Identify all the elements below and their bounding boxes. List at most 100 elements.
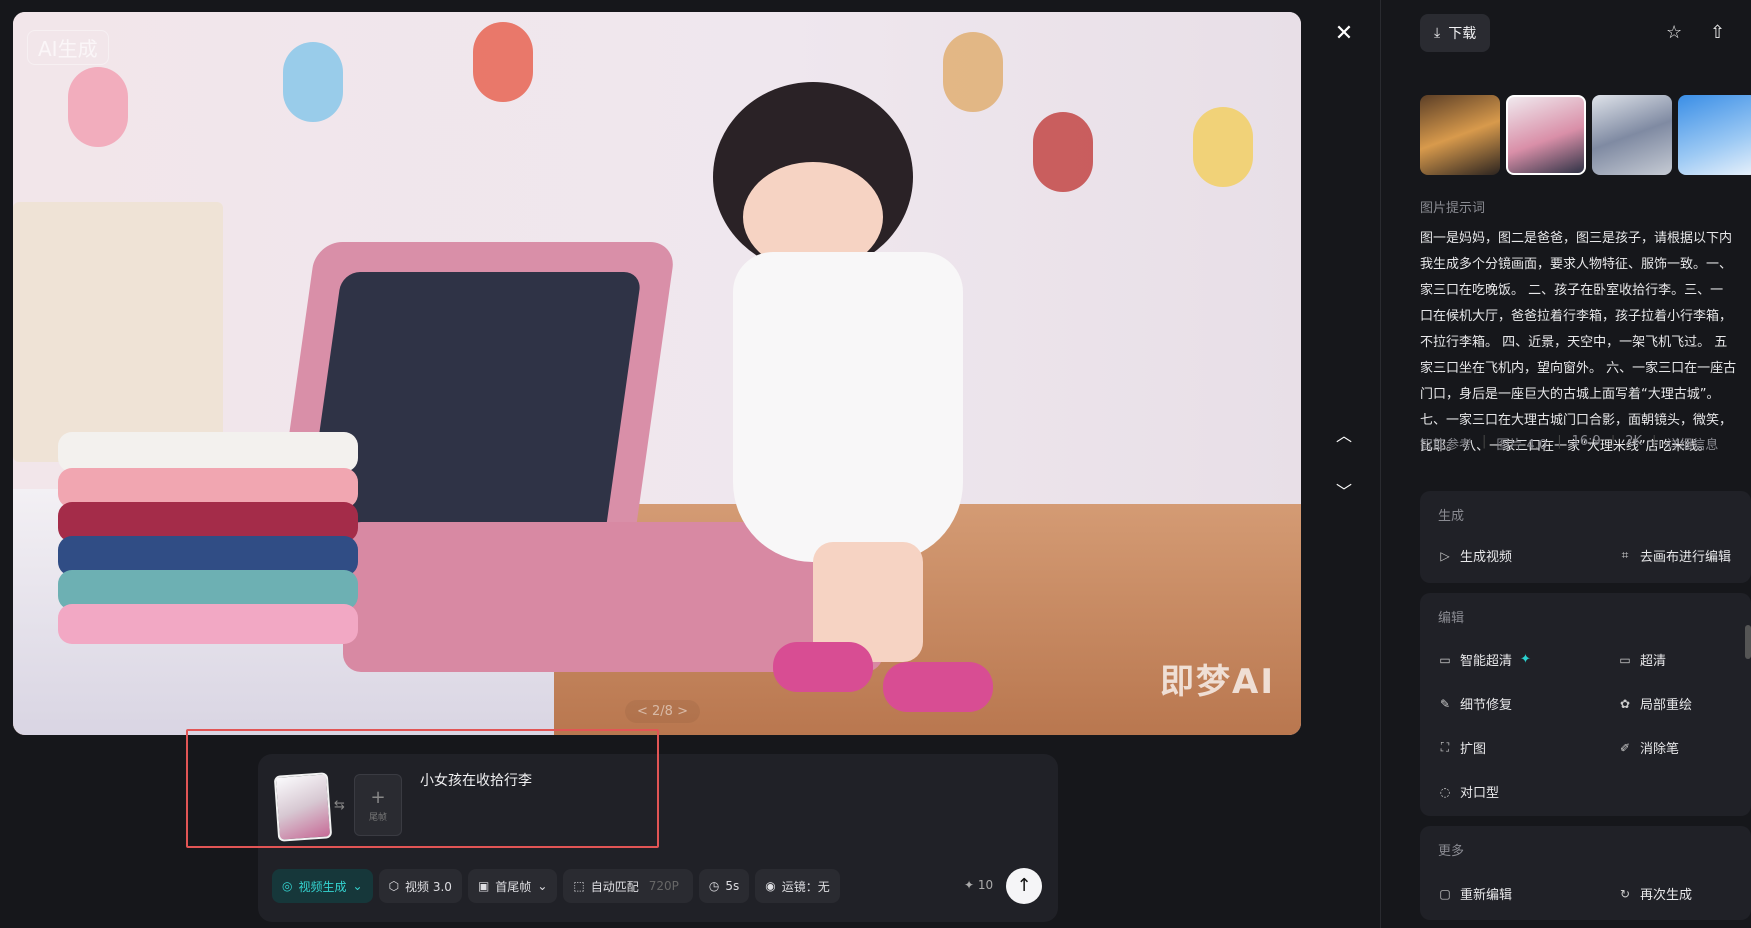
scene-sticker (473, 22, 533, 102)
meta-divider: | (1610, 434, 1616, 449)
edit-title: 编辑 (1438, 611, 1465, 626)
scrollbar-thumb[interactable] (1745, 625, 1751, 659)
hd-icon: ▭ (1619, 652, 1631, 667)
prompt-line: 家三口坐在飞机内，望向窗外。 六、一家三口在一座古 (1420, 361, 1737, 376)
smart-upscale-button[interactable]: ▭ 智能超清 ✦ (1438, 650, 1531, 669)
scene-sticker (68, 67, 128, 147)
aspect-ratio-tag: 16:9 (1571, 434, 1601, 449)
scene-clothes-pile (58, 432, 378, 672)
meta-divider: | (1482, 434, 1487, 449)
prompt-input[interactable]: 小女孩在收拾行李 (420, 770, 532, 790)
scene-headboard (13, 202, 223, 462)
eraser-button[interactable]: ✐ 消除笔 (1618, 738, 1680, 758)
star-icon[interactable]: ☆ (1666, 22, 1682, 43)
end-frame-label: 尾帧 (368, 813, 387, 823)
prompt-composer: ⇆ + 尾帧 小女孩在收拾行李 ◎ 视频生成 ⌄ ⬡ 视频 3.0 ▣ 首尾帧 … (258, 754, 1058, 922)
regenerate-button[interactable]: ↻ 再次生成 (1618, 884, 1693, 904)
app-root: AI生成 即梦AI < 2/8 > ✕ ︿ ﹀ ⇆ + 尾帧 小女孩在收拾行李 … (0, 0, 1751, 928)
item-label: 局部重绘 (1640, 698, 1693, 713)
mode-label: 视频生成 (298, 879, 347, 894)
send-button[interactable]: ↑ (1006, 868, 1042, 904)
model-label: 视频 3.0 (405, 879, 452, 894)
video-mode-icon: ◎ (282, 879, 293, 893)
first-frame-thumbnail[interactable] (273, 772, 333, 842)
chevron-down-icon: ⌄ (537, 879, 548, 893)
thumbnail[interactable] (1592, 95, 1672, 175)
detail-repair-button[interactable]: ✎ 细节修复 (1438, 694, 1512, 714)
eraser-icon: ✐ (1619, 740, 1631, 755)
scene-sticker (1033, 112, 1093, 192)
generate-card: 生成 ▷ 生成视频 ⌗ 去画布进行编辑 (1420, 491, 1751, 583)
meta-divider: | (1557, 434, 1562, 449)
thumbnail-selected[interactable] (1506, 95, 1586, 175)
frame-icon: ▣ (477, 879, 490, 893)
more-card: 更多 ▢ 重新编辑 ↻ 再次生成 (1420, 826, 1751, 920)
duration-select[interactable]: ◷ 5s (698, 869, 750, 903)
chevron-up-icon[interactable]: ︿ (1332, 422, 1356, 446)
meta-divider: | (1652, 434, 1657, 449)
download-label: 下载 (1448, 26, 1477, 42)
swap-icon[interactable]: ⇆ (334, 798, 345, 813)
plus-icon: + (370, 787, 386, 808)
ratio-icon: ⬚ (573, 879, 585, 893)
canvas-icon: ⌗ (1621, 548, 1629, 562)
scene-shirt (58, 432, 358, 472)
ratio-resolution-select[interactable]: ⬚ 自动匹配 720P (563, 869, 693, 903)
scene-girl-shoe (773, 642, 873, 692)
item-label: 再次生成 (1640, 888, 1693, 903)
camera-motion-label: 运镜：无 (781, 879, 830, 894)
item-label: 去画布进行编辑 (1640, 550, 1732, 565)
item-label: 重新编辑 (1460, 888, 1513, 903)
frame-mode-select[interactable]: ▣ 首尾帧 ⌄ (467, 869, 558, 903)
resolution-tag: 2K (1625, 434, 1642, 449)
prompt-line: 门口，身后是一座巨大的古城上面写着“大理古城”。 (1420, 387, 1720, 402)
item-label: 消除笔 (1640, 742, 1680, 757)
image-pager[interactable]: < 2/8 > (625, 700, 700, 723)
generate-title: 生成 (1438, 509, 1465, 524)
outpaint-button[interactable]: ⛶ 扩图 (1438, 738, 1486, 757)
cube-icon: ⬡ (388, 879, 400, 893)
prompt-line: 图一是妈妈，图二是爸爸，图三是孩子，请根据以下内 (1420, 231, 1733, 246)
lip-sync-button[interactable]: ◌ 对口型 (1438, 782, 1499, 802)
ratio-label: 自动匹配 (590, 879, 639, 894)
scene-shirt (58, 604, 358, 644)
details-link[interactable]: 详细信息 (1666, 434, 1718, 453)
prompt-section-label: 图片提示词 (1420, 201, 1486, 216)
download-button[interactable]: ⤓ 下载 (1420, 14, 1491, 52)
download-icon: ⤓ (1434, 25, 1441, 41)
expand-icon: ⛶ (1440, 740, 1450, 754)
re-edit-button[interactable]: ▢ 重新编辑 (1438, 884, 1513, 904)
end-frame-upload[interactable]: + 尾帧 (354, 774, 402, 836)
share-icon[interactable]: ⇧ (1710, 22, 1725, 43)
upscale-button[interactable]: ▭ 超清 (1618, 650, 1666, 670)
composer-toolbar: ◎ 视频生成 ⌄ ⬡ 视频 3.0 ▣ 首尾帧 ⌄ ⬚ 自动匹配 720P ◷ … (272, 868, 840, 904)
close-icon[interactable]: ✕ (1332, 22, 1356, 46)
edit-card: 编辑 ▭ 智能超清 ✦ ▭ 超清 ✎ 细节修复 ✿ 局部重绘 ⛶ 扩图 ✐ 消除… (1420, 593, 1751, 816)
scene-sticker (283, 42, 343, 122)
thumbnail[interactable] (1678, 95, 1751, 175)
model-select[interactable]: ⬡ 视频 3.0 (378, 869, 462, 903)
prompt-description: 图一是妈妈，图二是爸爸，图三是孩子，请根据以下内 我生成多个分镜画面，要求人物特… (1420, 226, 1751, 460)
canvas-edit-button[interactable]: ⌗ 去画布进行编辑 (1618, 546, 1731, 565)
camera-motion-select[interactable]: ◉ 运镜：无 (755, 869, 840, 903)
generate-video-button[interactable]: ▷ 生成视频 (1438, 546, 1512, 566)
mode-select-video[interactable]: ◎ 视频生成 ⌄ (272, 869, 373, 903)
refresh-icon: ↻ (1619, 886, 1631, 901)
smart-reference-tag[interactable]: 智能参考 (1420, 434, 1472, 453)
play-icon: ▷ (1440, 548, 1450, 563)
thumbnail[interactable] (1420, 95, 1500, 175)
item-label: 扩图 (1460, 742, 1487, 757)
credits-cost: ✦ 10 (964, 878, 994, 892)
generation-meta: 智能参考 | 图片 4.0 | 16:9 | 2K | 详细信息 (1420, 434, 1718, 453)
chevron-down-icon: ⌄ (352, 879, 363, 893)
prompt-line: 七、一家三口在大理古城门口合影，面朝镜头，微笑， (1420, 413, 1733, 428)
watermark-ai-generated: AI生成 (27, 30, 109, 65)
chevron-down-icon[interactable]: ﹀ (1332, 478, 1356, 502)
inpaint-button[interactable]: ✿ 局部重绘 (1618, 694, 1693, 714)
scene-girl-dress (733, 252, 963, 562)
prompt-line: 口在候机大厅，爸爸拉着行李箱，孩子拉着小行李箱， (1420, 309, 1733, 324)
watermark-brand: 即梦AI (1160, 662, 1275, 702)
preview-image: AI生成 即梦AI < 2/8 > (13, 12, 1301, 735)
scene-girl (673, 82, 1033, 732)
hd-plus-icon: ▭ (1439, 652, 1451, 667)
